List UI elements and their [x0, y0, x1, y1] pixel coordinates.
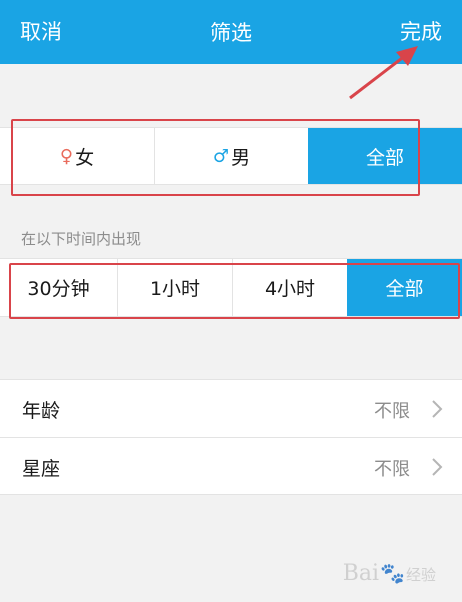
time-option-30min[interactable]: 30分钟 — [0, 259, 117, 316]
annotation-arrow-icon — [349, 46, 418, 100]
list-item-value: 不限 — [374, 401, 410, 422]
watermark-logo: Bai🐾经验 — [343, 561, 436, 586]
time-option-4h[interactable]: 4小时 — [233, 259, 347, 316]
watermark-suffix: 经验 — [405, 566, 436, 584]
gender-option-label: 女 — [75, 146, 95, 169]
time-option-1h[interactable]: 1小时 — [118, 259, 232, 316]
list-item-constellation[interactable]: 星座 不限 — [0, 437, 462, 494]
list-item-label: 星座 — [22, 458, 61, 480]
time-option-all[interactable]: 全部 — [347, 259, 462, 316]
list-item-age[interactable]: 年龄 不限 — [0, 380, 462, 437]
male-icon: ♂ — [212, 145, 230, 167]
gender-option-female[interactable]: ♀ 女 — [0, 128, 154, 184]
filter-list: 年龄 不限 星座 不限 — [0, 379, 462, 495]
chevron-right-icon — [432, 400, 443, 418]
gender-option-label: 全部 — [365, 146, 404, 169]
list-item-value: 不限 — [374, 459, 410, 480]
gender-option-all[interactable]: 全部 — [308, 128, 462, 184]
time-selector: 30分钟 1小时 4小时 全部 — [0, 258, 462, 317]
female-icon: ♀ — [59, 145, 74, 167]
chevron-right-icon — [432, 458, 443, 476]
gender-selector: ♀ 女 ♂ 男 全部 — [0, 127, 462, 185]
paw-icon: 🐾 — [380, 561, 405, 585]
gender-option-label: 男 — [231, 146, 251, 169]
watermark-text: Bai — [342, 561, 380, 586]
gender-option-male[interactable]: ♂ 男 — [155, 128, 308, 184]
list-item-label: 年龄 — [22, 400, 61, 422]
time-hint-label: 在以下时间内出现 — [21, 230, 142, 248]
